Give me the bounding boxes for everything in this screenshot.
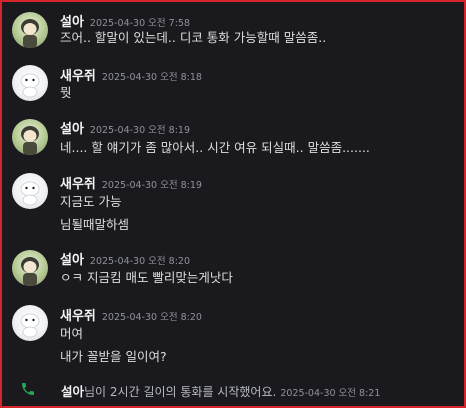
- avatar[interactable]: [12, 173, 48, 209]
- message-text: 님될때말하셈: [60, 217, 130, 232]
- message-text: 네.... 할 얘기가 좀 많아서.. 시간 여유 되실때.. 말씀좀.....…: [60, 140, 370, 155]
- message-text: 내가 꼴받을 일이여?: [60, 349, 167, 364]
- message-header: 설아 2025-04-30 오전 8:19: [60, 118, 190, 137]
- avatar[interactable]: [12, 12, 48, 48]
- message-text: 뭣: [60, 85, 72, 100]
- message-header: 새우쥐 2025-04-30 오전 8:18: [60, 65, 202, 84]
- author-name[interactable]: 설아: [60, 122, 84, 137]
- author-name[interactable]: 새우쥐: [60, 177, 96, 192]
- chat-window: 설아 2025-04-30 오전 7:58 즈어.. 할말이 있는데.. 디코 통…: [0, 0, 466, 408]
- message-header: 새우쥐 2025-04-30 오전 8:19: [60, 173, 202, 192]
- avatar[interactable]: [12, 250, 48, 286]
- message-text: 즈어.. 할말이 있는데.. 디코 통화 가능할때 말씀좀..: [60, 30, 327, 45]
- avatar[interactable]: [12, 305, 48, 341]
- avatar[interactable]: [12, 119, 48, 155]
- message-header: 새우쥐 2025-04-30 오전 8:20: [60, 305, 202, 324]
- message-header: 설아 2025-04-30 오전 8:20: [60, 249, 190, 268]
- phone-icon: [20, 381, 36, 401]
- timestamp[interactable]: 2025-04-30 오전 8:20: [90, 256, 190, 267]
- author-name[interactable]: 설아: [60, 253, 84, 268]
- message-text: ㅇㅋ 지금킴 매도 빨리맞는게낫다: [60, 270, 233, 285]
- timestamp[interactable]: 2025-04-30 오전 8:19: [90, 125, 190, 136]
- avatar[interactable]: [12, 65, 48, 101]
- timestamp[interactable]: 2025-04-30 오전 8:20: [102, 312, 202, 323]
- call-description: 님이 2시간 길이의 통화를 시작했어요.: [84, 385, 277, 399]
- author-name[interactable]: 설아: [61, 384, 84, 399]
- author-name[interactable]: 새우쥐: [60, 309, 96, 324]
- timestamp[interactable]: 2025-04-30 오전 8:21: [280, 388, 380, 399]
- call-system-text: 설아님이 2시간 길이의 통화를 시작했어요. 2025-04-30 오전 8:2…: [61, 381, 380, 400]
- timestamp[interactable]: 2025-04-30 오전 8:19: [102, 180, 202, 191]
- timestamp[interactable]: 2025-04-30 오전 8:18: [102, 72, 202, 83]
- message-text: 머여: [60, 326, 84, 341]
- message-text: 지금도 가능: [60, 194, 122, 209]
